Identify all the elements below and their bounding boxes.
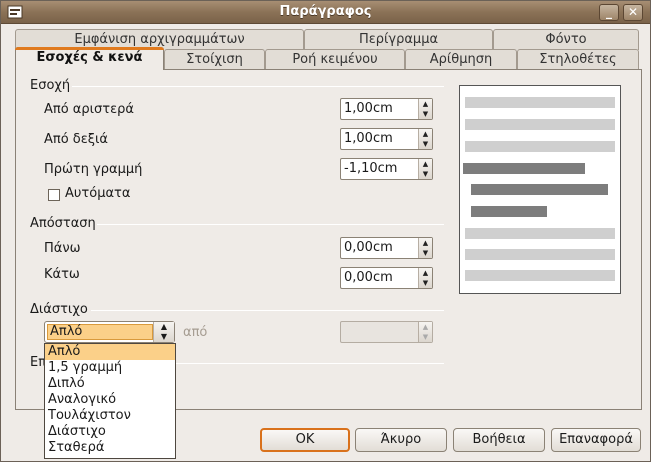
window-title: Παράγραφος xyxy=(279,4,372,19)
spin-up-icon[interactable]: ▲ xyxy=(419,268,432,278)
dropdown-option[interactable]: Διάστιχο xyxy=(45,424,175,440)
dropdown-option[interactable]: Τουλάχιστον xyxy=(45,408,175,424)
combo-arrows-icon[interactable]: ▲ ▼ xyxy=(153,322,174,342)
spin-down-icon[interactable]: ▼ xyxy=(419,248,432,258)
tab-numbering[interactable]: Αρίθμηση xyxy=(405,49,517,70)
dropdown-option[interactable]: Απλό xyxy=(45,344,175,360)
preview-line xyxy=(465,97,615,108)
dropdown-option[interactable]: Αναλογικό xyxy=(45,392,175,408)
spin-up-icon[interactable]: ▲ xyxy=(419,159,432,169)
title-bar: Παράγραφος _ ✕ xyxy=(1,1,650,24)
dropdown-option[interactable]: Διπλό xyxy=(45,376,175,392)
preview-line xyxy=(465,270,615,281)
line-spacing-separator xyxy=(91,310,444,311)
spin-down-icon[interactable]: ▼ xyxy=(419,169,432,179)
preview-line xyxy=(471,206,547,217)
spacing-separator xyxy=(97,224,444,225)
preview-line xyxy=(471,184,608,195)
first-line-label: Πρώτη γραμμή xyxy=(44,162,143,177)
line-spacing-dropdown[interactable]: Απλό 1,5 γραμμή Διπλό Αναλογικό Τουλάχισ… xyxy=(44,343,176,459)
tab-indents-spacing[interactable]: Εσοχές & κενά xyxy=(15,47,164,70)
minimize-button[interactable]: _ xyxy=(599,4,619,21)
spin-up-icon[interactable]: ▲ xyxy=(419,129,432,139)
left-indent-label: Από αριστερά xyxy=(44,102,134,117)
first-line-value[interactable]: -1,10cm xyxy=(344,161,397,176)
paragraph-preview xyxy=(459,85,621,294)
dropdown-option[interactable]: Σταθερά xyxy=(45,440,175,456)
above-spinner[interactable]: 0,00cm ▲ ▼ xyxy=(340,237,433,259)
register-separator xyxy=(176,363,444,364)
preview-line xyxy=(465,141,615,152)
tab-text-flow[interactable]: Ροή κειμένου xyxy=(265,49,405,70)
preview-line xyxy=(465,119,615,130)
close-button[interactable]: ✕ xyxy=(623,4,643,21)
spin-up-icon[interactable]: ▲ xyxy=(419,99,432,109)
right-indent-value[interactable]: 1,00cm xyxy=(344,131,393,146)
auto-checkbox[interactable] xyxy=(48,189,60,201)
below-value[interactable]: 0,00cm xyxy=(344,270,393,285)
auto-label: Αυτόματα xyxy=(65,186,131,201)
spin-down-icon[interactable]: ▼ xyxy=(419,278,432,288)
line-spacing-combo[interactable]: Απλό ▲ ▼ xyxy=(44,321,175,343)
preview-line xyxy=(465,249,615,260)
of-label: από xyxy=(183,325,208,340)
line-spacing-value-spinner[interactable]: ▲ ▼ xyxy=(340,321,433,343)
tab-tabs[interactable]: Στηλοθέτες xyxy=(517,49,639,70)
tab-background[interactable]: Φόντο xyxy=(493,29,639,50)
below-spinner[interactable]: 0,00cm ▲ ▼ xyxy=(340,267,433,289)
right-indent-spinner[interactable]: 1,00cm ▲ ▼ xyxy=(340,128,433,150)
above-label: Πάνω xyxy=(44,241,81,256)
line-spacing-selected[interactable]: Απλό xyxy=(47,324,153,340)
help-button[interactable]: Βοήθεια xyxy=(453,428,545,452)
preview-line xyxy=(465,228,615,239)
spacing-heading: Απόσταση xyxy=(30,216,96,231)
tab-alignment[interactable]: Στοίχιση xyxy=(164,49,265,70)
first-line-spinner[interactable]: -1,10cm ▲ ▼ xyxy=(340,158,433,180)
left-indent-value[interactable]: 1,00cm xyxy=(344,101,393,116)
dropdown-option[interactable]: 1,5 γραμμή xyxy=(45,360,175,376)
indent-heading: Εσοχή xyxy=(30,78,71,93)
tab-borders[interactable]: Περίγραμμα xyxy=(304,29,493,50)
indent-separator xyxy=(72,86,444,87)
cancel-button[interactable]: Άκυρο xyxy=(355,428,447,452)
below-label: Κάτω xyxy=(44,267,80,282)
ok-button[interactable]: OK xyxy=(260,428,350,452)
left-indent-spinner[interactable]: 1,00cm ▲ ▼ xyxy=(340,98,433,120)
preview-line xyxy=(463,163,585,174)
spin-down-icon[interactable]: ▼ xyxy=(419,109,432,119)
spin-down-icon[interactable]: ▼ xyxy=(419,139,432,149)
paragraph-dialog: Παράγραφος _ ✕ Εμφάνιση αρχιγραμμάτων Πε… xyxy=(0,0,651,462)
right-indent-label: Από δεξιά xyxy=(44,132,109,147)
above-value[interactable]: 0,00cm xyxy=(344,240,393,255)
spin-down-icon[interactable]: ▼ xyxy=(419,332,432,342)
line-spacing-heading: Διάστιχο xyxy=(30,302,88,317)
spin-up-icon[interactable]: ▲ xyxy=(419,322,432,332)
reset-button[interactable]: Επαναφορά xyxy=(551,428,641,452)
spin-up-icon[interactable]: ▲ xyxy=(419,238,432,248)
